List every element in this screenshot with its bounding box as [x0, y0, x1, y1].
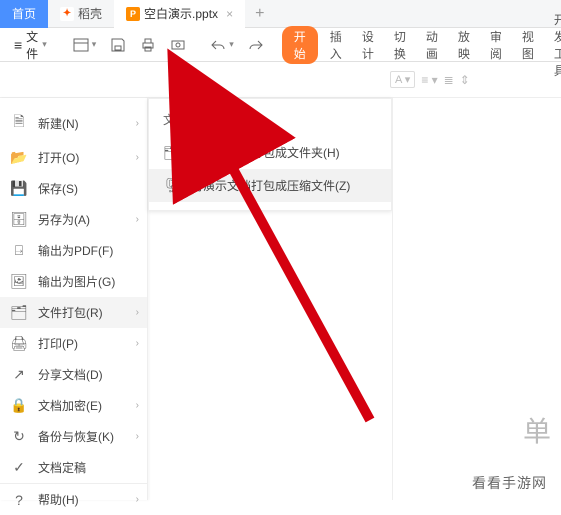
- file-package-submenu: 文件打包 🗂 将演示文档打包成文件夹(H) 🗜 将演示文档打包成压缩文件(Z): [148, 98, 392, 211]
- submenu-item-label: 将演示文档打包成压缩文件(Z): [191, 177, 350, 194]
- submenu-item-pack-zip[interactable]: 🗜 将演示文档打包成压缩文件(Z): [149, 169, 391, 202]
- ribbon-tab-insert[interactable]: 插入: [320, 24, 352, 66]
- document-tab-label: 空白演示.pptx: [144, 5, 218, 22]
- close-icon[interactable]: ×: [226, 7, 233, 21]
- menu-item-label: 备份与恢复(K): [38, 428, 114, 445]
- image-icon: 🖼: [10, 273, 28, 290]
- menu-item-print[interactable]: 🖨 打印(P) ›: [0, 328, 147, 359]
- chevron-right-icon: ›: [136, 400, 139, 411]
- menu-item-new[interactable]: 🗎 新建(N) ›: [0, 104, 147, 142]
- menu-item-file-package[interactable]: 🗂 文件打包(R) ›: [0, 297, 147, 328]
- menu-item-label: 另存为(A): [38, 211, 90, 228]
- align-icon[interactable]: ≣: [444, 73, 454, 87]
- docer-icon: ✦: [60, 7, 74, 21]
- undo-icon[interactable]: ▾: [204, 33, 240, 57]
- ribbon-tab-review[interactable]: 审阅: [480, 24, 512, 66]
- menu-item-save[interactable]: 💾 保存(S): [0, 173, 147, 204]
- chevron-down-icon: ▾: [42, 39, 47, 50]
- file-menu-button[interactable]: ≡ 文件 ▾: [6, 24, 55, 66]
- ribbon-tab-view[interactable]: 视图: [512, 24, 544, 66]
- save-as-icon: 🗄: [10, 211, 28, 228]
- save-icon[interactable]: [104, 33, 132, 57]
- folder-open-icon: 📂: [10, 149, 28, 166]
- document-tab[interactable]: P 空白演示.pptx ×: [114, 0, 245, 28]
- ribbon-tab-start[interactable]: 开始: [282, 26, 318, 64]
- hamburger-icon: ≡: [14, 37, 22, 53]
- submenu-title: 文件打包: [149, 107, 391, 136]
- menu-item-label: 保存(S): [38, 180, 78, 197]
- ribbon-tab-animation[interactable]: 动画: [416, 24, 448, 66]
- finalize-icon: ✓: [10, 459, 28, 476]
- print-quick-icon[interactable]: [134, 33, 162, 57]
- submenu-item-label: 将演示文档打包成文件夹(H): [191, 144, 340, 161]
- menu-item-label: 文档定稿: [38, 459, 86, 476]
- menu-item-help[interactable]: ? 帮助(H) ›: [0, 483, 147, 515]
- menu-item-label: 打开(O): [38, 149, 79, 166]
- chevron-right-icon: ›: [136, 214, 139, 225]
- menu-item-finalize[interactable]: ✓ 文档定稿: [0, 452, 147, 483]
- lock-icon: 🔒: [10, 397, 28, 414]
- main-toolbar: ≡ 文件 ▾ ▾ ▾ 开始 插入 设计 切换 动画 放映 审阅 视图 开发工具: [0, 28, 561, 62]
- dk-tab[interactable]: ✦ 稻壳: [48, 0, 114, 28]
- file-dropdown-menu: 🗎 新建(N) › 📂 打开(O) › 💾 保存(S) 🗄 另存为(A) › ⍈…: [0, 98, 148, 500]
- backup-icon: ↻: [10, 428, 28, 445]
- menu-item-save-as[interactable]: 🗄 另存为(A) ›: [0, 204, 147, 235]
- chevron-right-icon: ›: [136, 152, 139, 163]
- package-icon: 🗂: [10, 304, 28, 321]
- zip-pack-icon: 🗜: [163, 177, 181, 194]
- menu-item-label: 打印(P): [38, 335, 78, 352]
- ribbon-tab-design[interactable]: 设计: [352, 24, 384, 66]
- ribbon-tab-devtools[interactable]: 开发工具: [544, 7, 561, 83]
- menu-item-label: 分享文档(D): [38, 366, 103, 383]
- redo-icon[interactable]: [242, 33, 270, 57]
- folder-pack-icon: 🗂: [163, 144, 181, 161]
- file-menu-label: 文件: [26, 28, 38, 62]
- menu-item-share[interactable]: ↗ 分享文档(D): [0, 359, 147, 390]
- menu-item-backup[interactable]: ↻ 备份与恢复(K) ›: [0, 421, 147, 452]
- dk-tab-label: 稻壳: [78, 5, 102, 22]
- menu-item-export-pdf[interactable]: ⍈ 输出为PDF(F): [0, 235, 147, 266]
- save-icon: 💾: [10, 180, 28, 197]
- text-highlight-icon[interactable]: ≡ ▾: [421, 73, 437, 87]
- spacing-icon[interactable]: ⇕: [460, 73, 470, 87]
- print-icon: 🖨: [10, 335, 28, 352]
- menu-item-label: 输出为PDF(F): [38, 242, 113, 259]
- new-file-icon: 🗎: [10, 111, 28, 135]
- slide-placeholder-text: 单: [523, 410, 551, 450]
- menu-item-label: 输出为图片(G): [38, 273, 115, 290]
- submenu-item-pack-folder[interactable]: 🗂 将演示文档打包成文件夹(H): [149, 136, 391, 169]
- ppt-icon: P: [126, 7, 140, 21]
- menu-item-encrypt[interactable]: 🔒 文档加密(E) ›: [0, 390, 147, 421]
- menu-item-label: 新建(N): [38, 115, 79, 132]
- pdf-icon: ⍈: [10, 242, 28, 259]
- watermark-text: 看看手游网: [468, 472, 551, 494]
- menu-item-label: 文档加密(E): [38, 397, 102, 414]
- ribbon-tab-slideshow[interactable]: 放映: [448, 24, 480, 66]
- chevron-right-icon: ›: [136, 431, 139, 442]
- layout-icon[interactable]: ▾: [67, 33, 103, 57]
- chevron-down-icon: ▾: [92, 39, 97, 50]
- menu-item-open[interactable]: 📂 打开(O) ›: [0, 142, 147, 173]
- chevron-right-icon: ›: [136, 118, 139, 129]
- font-color-button[interactable]: A ▾: [390, 71, 415, 88]
- menu-item-label: 文件打包(R): [38, 304, 103, 321]
- share-icon: ↗: [10, 366, 28, 383]
- font-color-label: A: [395, 74, 402, 86]
- preview-icon[interactable]: [164, 33, 192, 57]
- slide-canvas[interactable]: 单: [392, 98, 561, 500]
- chevron-right-icon: ›: [136, 338, 139, 349]
- body-area: 🗎 新建(N) › 📂 打开(O) › 💾 保存(S) 🗄 另存为(A) › ⍈…: [0, 98, 561, 500]
- chevron-down-icon: ▾: [229, 39, 234, 50]
- ribbon-tab-transition[interactable]: 切换: [384, 24, 416, 66]
- chevron-right-icon: ›: [136, 307, 139, 318]
- menu-item-export-image[interactable]: 🖼 输出为图片(G): [0, 266, 147, 297]
- add-tab-button[interactable]: +: [245, 5, 274, 23]
- ribbon-tabs: 插入 设计 切换 动画 放映 审阅 视图 开发工具: [320, 7, 561, 83]
